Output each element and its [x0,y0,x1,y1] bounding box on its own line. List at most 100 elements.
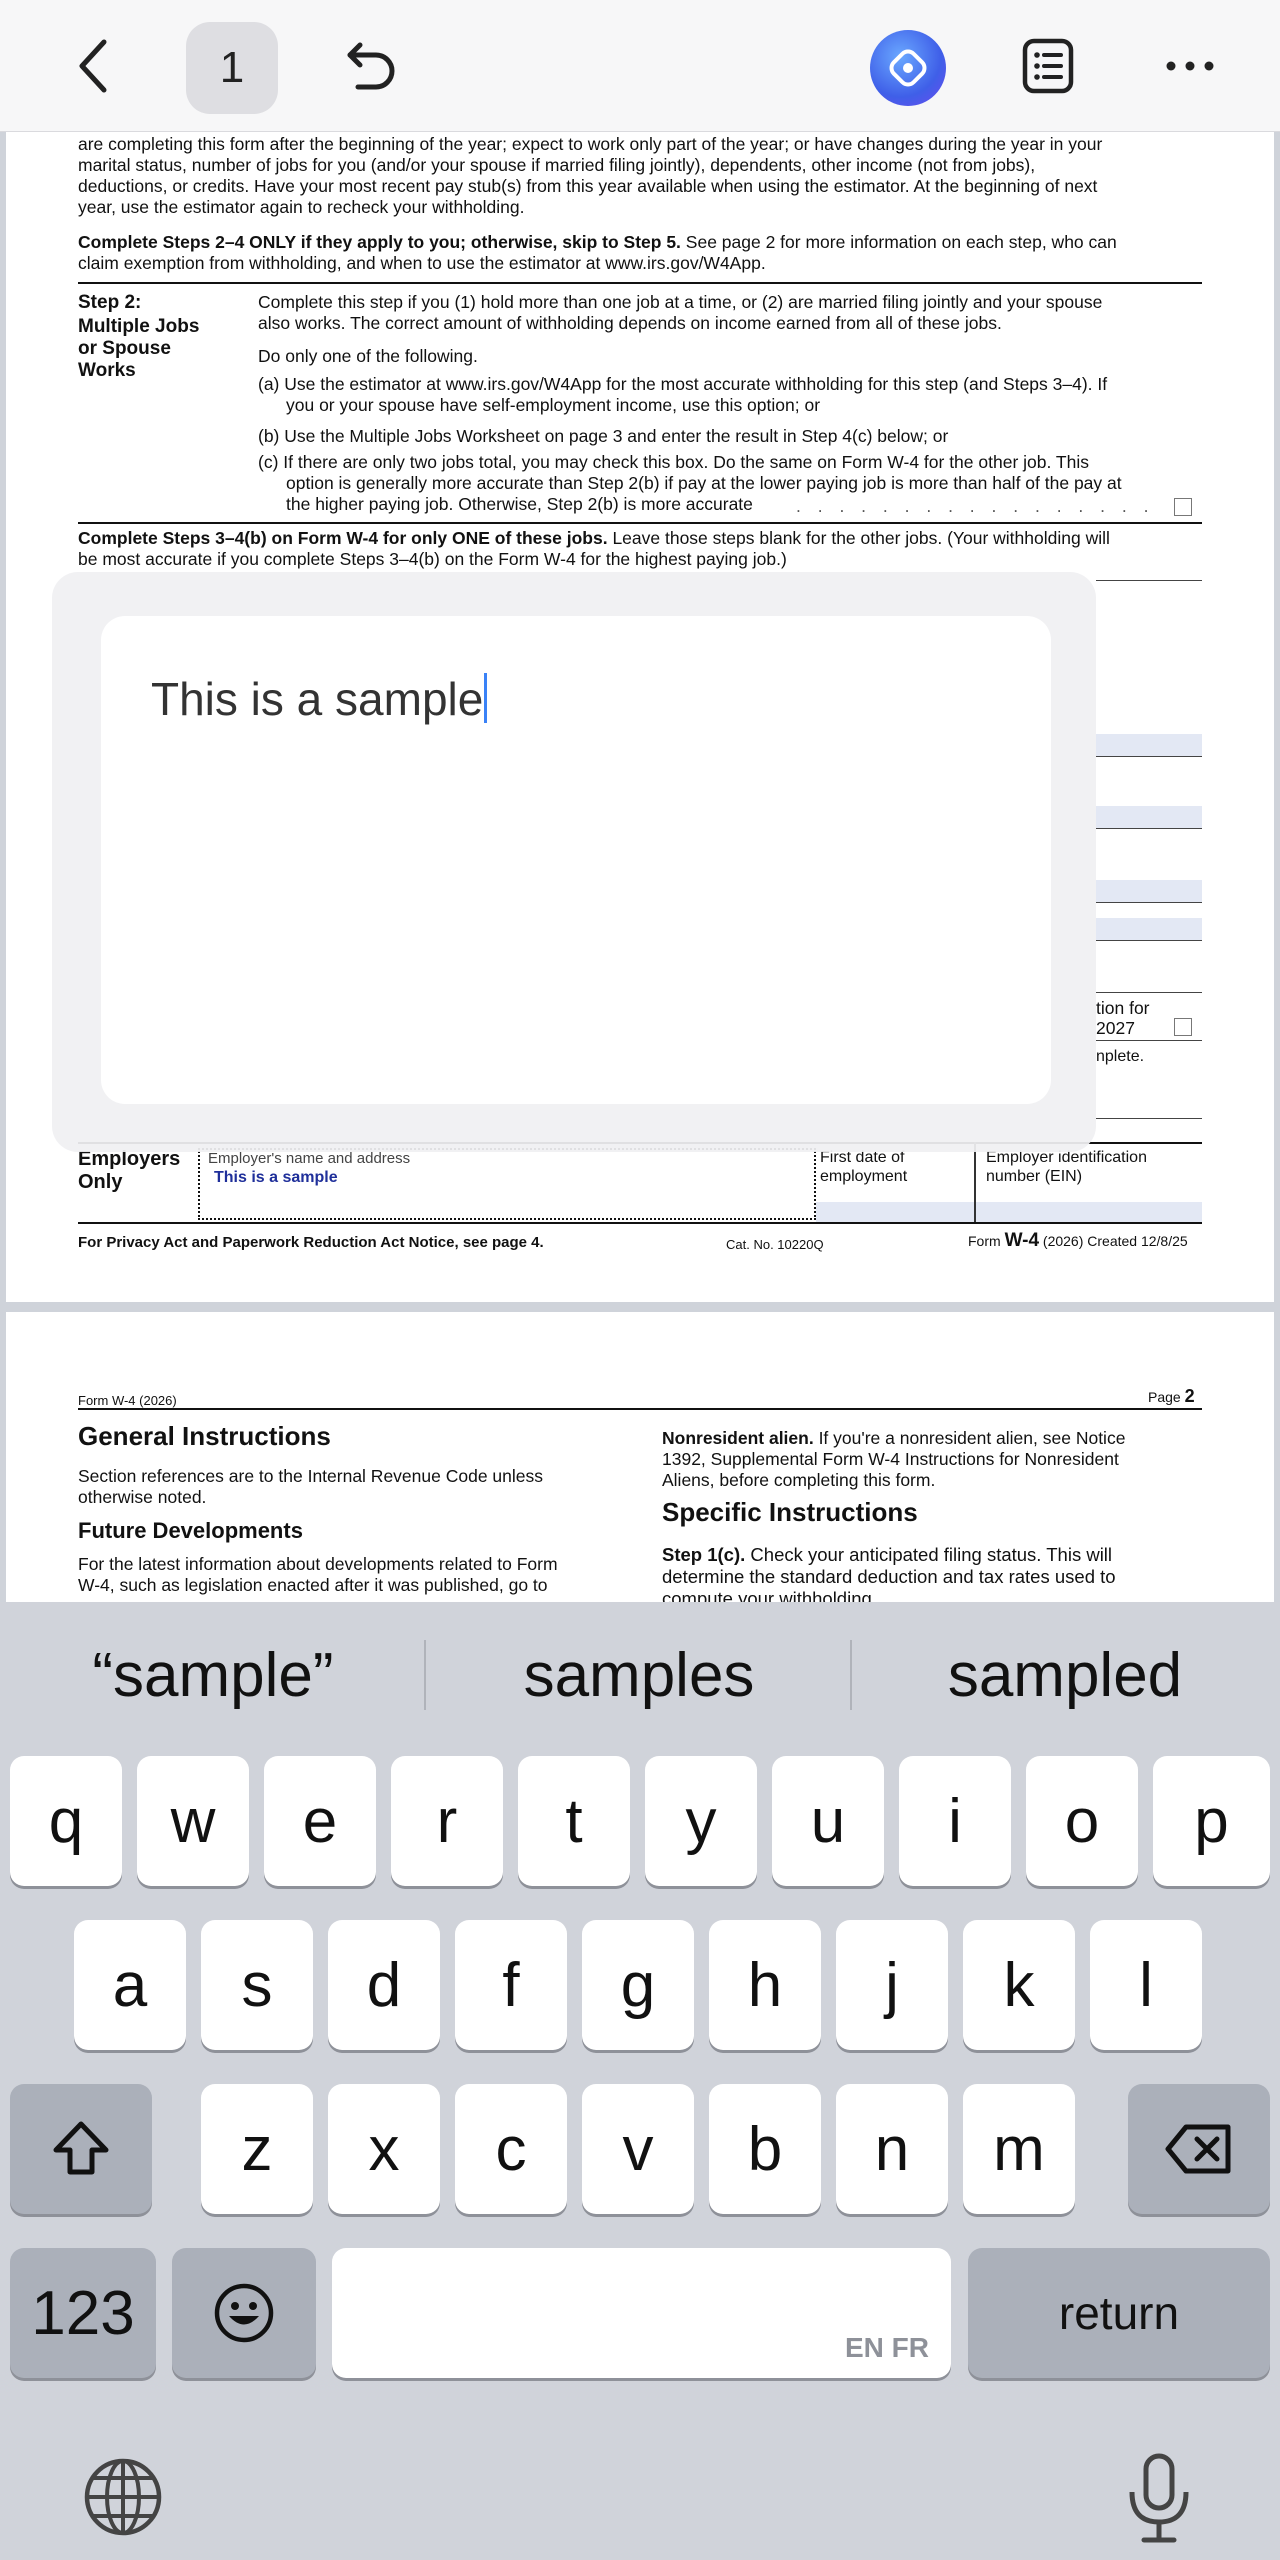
suggestion-3[interactable]: sampled [852,1620,1278,1730]
dictation-button[interactable] [1114,2448,1204,2548]
intro-paragraph: are completing this form after the begin… [78,134,1103,217]
option-b: (b) Use the Multiple Jobs Worksheet on p… [258,426,949,446]
key-b[interactable]: b [709,2084,821,2214]
divider [974,1142,976,1222]
employers-only-label: Employers Only [78,1148,181,1193]
key-h[interactable]: h [709,1920,821,2050]
outline-button[interactable] [1016,34,1080,98]
field-line [1096,1118,1202,1119]
complete-steps-note: Complete Steps 2–4 ONLY if they apply to… [78,232,1117,273]
chevron-left-icon [79,39,107,93]
delete-key[interactable] [1128,2084,1270,2214]
partial-text: nplete. [1096,1048,1145,1065]
undo-button[interactable] [338,34,402,98]
microphone-icon [1129,2453,1189,2543]
suggestion-1[interactable]: “sample” [0,1620,426,1730]
space-key[interactable]: EN FR [332,2248,951,2378]
general-instructions-title: General Instructions [78,1421,331,1451]
divider [78,1408,1202,1410]
list-icon [1022,38,1074,94]
field-line [1096,580,1202,581]
space-language-label: EN FR [845,2332,929,2363]
ein-field[interactable] [978,1202,1202,1222]
key-r[interactable]: r [391,1756,503,1886]
ai-assistant-icon [889,49,927,87]
step2-description: Complete this step if you (1) hold more … [258,292,1103,333]
emoji-key[interactable] [172,2248,316,2378]
key-f[interactable]: f [455,1920,567,2050]
key-n[interactable]: n [836,2084,948,2214]
shift-key[interactable] [10,2084,152,2214]
ein-label: Employer identification number (EIN) [986,1149,1147,1185]
key-v[interactable]: v [582,2084,694,2214]
amount-field[interactable] [1096,880,1202,902]
text-cursor [484,673,488,723]
key-m[interactable]: m [963,2084,1075,2214]
field-line [1096,902,1202,903]
numbers-key[interactable]: 123 [10,2248,156,2378]
divider [78,522,1202,524]
key-w[interactable]: w [137,1756,249,1886]
key-d[interactable]: d [328,1920,440,2050]
key-p[interactable]: p [1153,1756,1270,1886]
back-button[interactable] [64,34,124,98]
future-developments-text: For the latest information about develop… [78,1554,558,1595]
key-x[interactable]: x [328,2084,440,2214]
shift-icon [53,2121,109,2175]
field-line [1096,940,1202,941]
checkbox-icon[interactable] [1174,1018,1192,1036]
field-line [1096,992,1202,993]
key-q[interactable]: q [10,1756,122,1886]
leader-dots: . . . . . . . . . . . . . . . . . [796,496,1155,516]
key-c[interactable]: c [455,2084,567,2214]
first-date-field[interactable] [816,1202,982,1222]
key-t[interactable]: t [518,1756,630,1886]
checkbox-icon[interactable] [1174,498,1192,516]
amount-field[interactable] [1096,806,1202,828]
suggestion-2[interactable]: samples [426,1620,852,1730]
step1c-text: Step 1(c). Check your anticipated filing… [662,1544,1116,1602]
key-y[interactable]: y [645,1756,757,1886]
divider [78,282,1202,284]
key-e[interactable]: e [264,1756,376,1886]
amount-field[interactable] [1096,918,1202,940]
future-developments-title: Future Developments [78,1518,303,1543]
emoji-icon [214,2283,274,2343]
privacy-notice: For Privacy Act and Paperwork Reduction … [78,1234,544,1251]
field-line [1096,828,1202,829]
more-button[interactable] [1160,34,1220,98]
key-o[interactable]: o [1026,1756,1138,1886]
key-g[interactable]: g [582,1920,694,2050]
field-line [1096,756,1202,757]
partial-text: 2027 [1096,1018,1135,1038]
general-instructions-text: Section references are to the Internal R… [78,1466,544,1507]
key-z[interactable]: z [201,2084,313,2214]
option-a: (a) Use the estimator at www.irs.gov/W4A… [258,374,1108,415]
step2-title: Multiple Jobs or Spouse Works [78,316,200,381]
return-key[interactable]: return [968,2248,1270,2378]
employer-name-value: This is a sample [214,1169,338,1186]
more-icon [1166,61,1214,71]
key-u[interactable]: u [772,1756,884,1886]
text-edit-value: This is a sample [151,672,488,726]
key-s[interactable]: s [201,1920,313,2050]
key-i[interactable]: i [899,1756,1011,1886]
key-k[interactable]: k [963,1920,1075,2050]
pdf-page-2: Form W-4 (2026) Page 2 General Instructi… [6,1312,1274,1602]
specific-instructions-title: Specific Instructions [662,1497,918,1527]
key-a[interactable]: a [74,1920,186,2050]
keyboard: “sample” samples sampled q w e r t y u i… [0,1602,1280,2560]
amount-field[interactable] [1096,734,1202,756]
key-j[interactable]: j [836,1920,948,2050]
key-l[interactable]: l [1090,1920,1202,2050]
page-number-button[interactable]: 1 [186,22,278,114]
delete-icon [1165,2124,1231,2174]
globe-button[interactable] [80,2454,166,2540]
globe-icon [84,2458,162,2536]
form-id: Form W-4 (2026) Created 12/8/25 [968,1230,1188,1251]
ai-assistant-button[interactable] [870,30,946,106]
top-toolbar: 1 [0,0,1280,132]
employer-name-field[interactable]: Employer's name and address This is a sa… [198,1148,816,1220]
partial-text: tion for [1096,998,1150,1018]
first-date-label: First date of employment [820,1149,908,1185]
